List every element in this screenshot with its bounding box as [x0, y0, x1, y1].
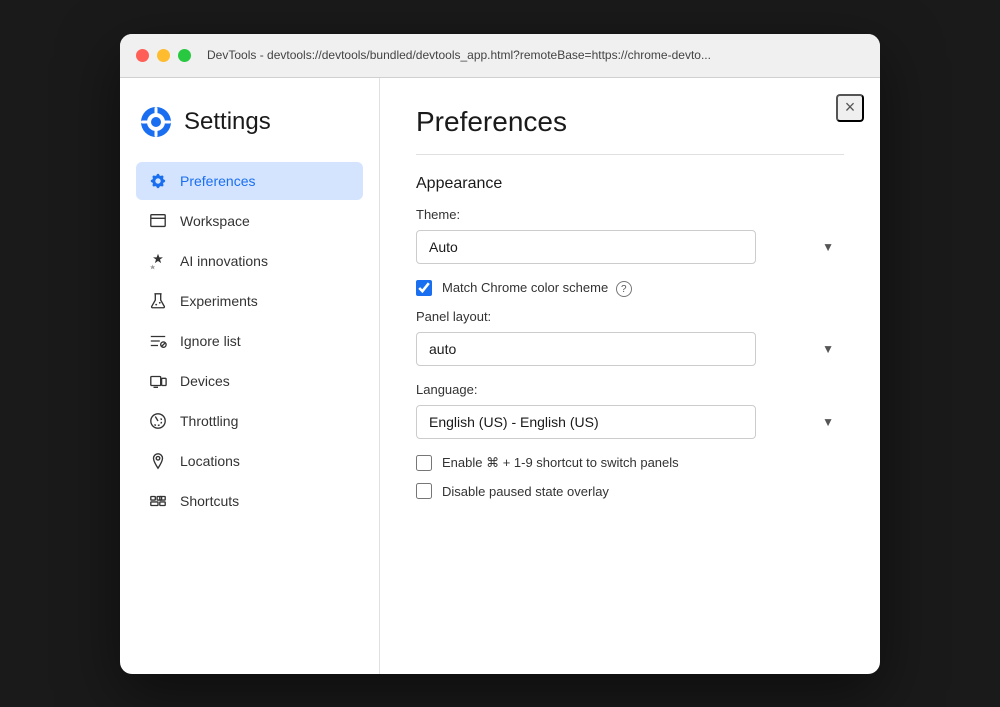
close-button[interactable]: ×: [836, 94, 864, 122]
shortcut-row: Enable ⌘ + 1-9 shortcut to switch panels: [416, 455, 844, 471]
ignore-list-icon: [148, 331, 168, 351]
language-select-wrapper: English (US) - English (US) ▼: [416, 405, 844, 439]
sidebar-item-ignore-list[interactable]: Ignore list: [136, 322, 363, 360]
theme-select-arrow: ▼: [822, 240, 834, 254]
throttling-icon: [148, 411, 168, 431]
panel-layout-select-wrapper: auto horizontal vertical ▼: [416, 332, 844, 366]
panel-layout-select-arrow: ▼: [822, 342, 834, 356]
devtools-logo: [140, 106, 172, 138]
workspace-icon: [148, 211, 168, 231]
sidebar-item-devices[interactable]: Devices: [136, 362, 363, 400]
sidebar-item-label-ignore-list: Ignore list: [180, 333, 241, 349]
match-chrome-checkbox[interactable]: [416, 280, 432, 296]
appearance-title: Appearance: [416, 175, 844, 193]
sidebar-item-ai-innovations[interactable]: AI innovations: [136, 242, 363, 280]
paused-overlay-label: Disable paused state overlay: [442, 484, 609, 499]
sidebar-item-workspace[interactable]: Workspace: [136, 202, 363, 240]
paused-overlay-row: Disable paused state overlay: [416, 483, 844, 499]
sidebar-item-preferences[interactable]: Preferences: [136, 162, 363, 200]
sidebar-item-locations[interactable]: Locations: [136, 442, 363, 480]
section-divider: [416, 154, 844, 155]
language-select-arrow: ▼: [822, 415, 834, 429]
settings-header: Settings: [136, 106, 363, 138]
shortcut-label: Enable ⌘ + 1-9 shortcut to switch panels: [442, 455, 679, 471]
sidebar-item-label-workspace: Workspace: [180, 213, 250, 229]
title-bar: DevTools - devtools://devtools/bundled/d…: [120, 34, 880, 78]
sidebar-item-shortcuts[interactable]: Shortcuts: [136, 482, 363, 520]
theme-select-wrapper: Auto Light Dark ▼: [416, 230, 844, 264]
experiments-icon: [148, 291, 168, 311]
preferences-icon: [148, 171, 168, 191]
section-title: Preferences: [416, 106, 844, 138]
shortcuts-icon: [148, 491, 168, 511]
language-label: Language:: [416, 382, 844, 397]
maximize-traffic-light[interactable]: [178, 49, 191, 62]
close-traffic-light[interactable]: [136, 49, 149, 62]
locations-icon: [148, 451, 168, 471]
main-content: × Preferences Appearance Theme: Auto Lig…: [380, 78, 880, 674]
theme-label: Theme:: [416, 207, 844, 222]
sidebar: Settings Preferences: [120, 78, 380, 674]
sidebar-item-throttling[interactable]: Throttling: [136, 402, 363, 440]
minimize-traffic-light[interactable]: [157, 49, 170, 62]
match-chrome-help-icon[interactable]: ?: [616, 281, 632, 297]
traffic-lights: [136, 49, 191, 62]
sidebar-item-label-shortcuts: Shortcuts: [180, 493, 239, 509]
paused-overlay-checkbox[interactable]: [416, 483, 432, 499]
nav-list: Preferences Workspace: [136, 162, 363, 520]
match-chrome-row: Match Chrome color scheme ?: [416, 280, 844, 298]
sidebar-item-label-devices: Devices: [180, 373, 230, 389]
sidebar-item-label-preferences: Preferences: [180, 173, 255, 189]
shortcut-checkbox[interactable]: [416, 455, 432, 471]
language-select[interactable]: English (US) - English (US): [416, 405, 756, 439]
sidebar-item-label-throttling: Throttling: [180, 413, 238, 429]
sidebar-item-experiments[interactable]: Experiments: [136, 282, 363, 320]
sidebar-item-label-ai-innovations: AI innovations: [180, 253, 268, 269]
devtools-window: DevTools - devtools://devtools/bundled/d…: [120, 34, 880, 674]
window-body: Settings Preferences: [120, 78, 880, 674]
sidebar-item-label-experiments: Experiments: [180, 293, 258, 309]
theme-select[interactable]: Auto Light Dark: [416, 230, 756, 264]
ai-innovations-icon: [148, 251, 168, 271]
sidebar-item-label-locations: Locations: [180, 453, 240, 469]
settings-title: Settings: [184, 108, 271, 136]
panel-layout-select[interactable]: auto horizontal vertical: [416, 332, 756, 366]
devices-icon: [148, 371, 168, 391]
window-title: DevTools - devtools://devtools/bundled/d…: [207, 48, 711, 62]
panel-layout-label: Panel layout:: [416, 309, 844, 324]
match-chrome-label: Match Chrome color scheme ?: [442, 280, 632, 298]
